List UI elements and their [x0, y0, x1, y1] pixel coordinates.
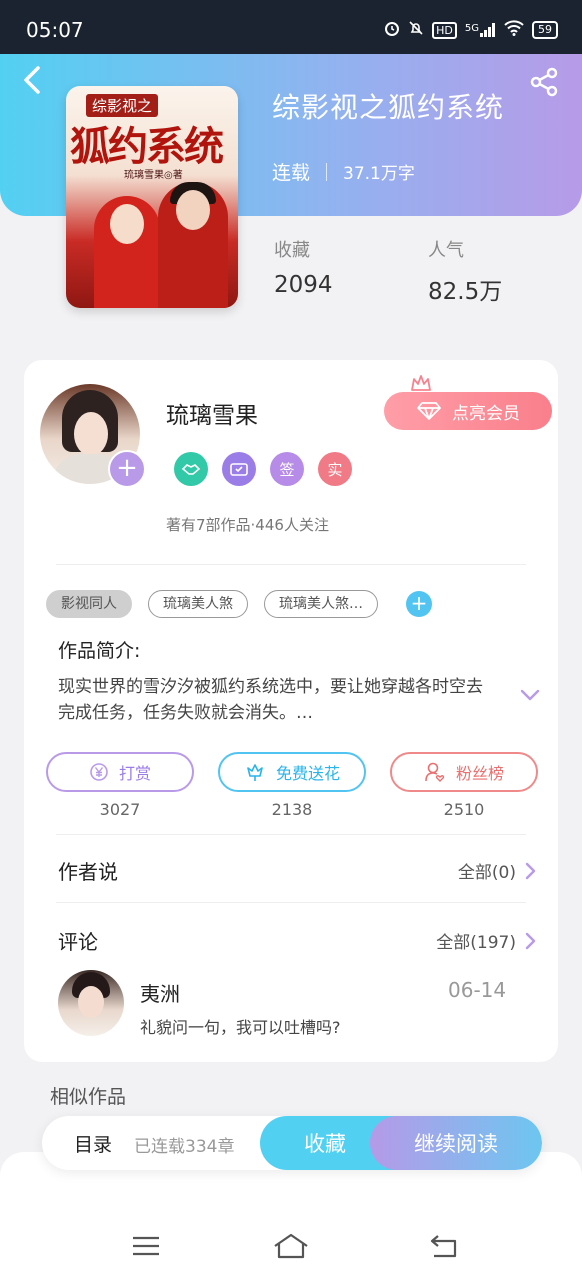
vip-button[interactable]: 点亮会员 [384, 392, 552, 430]
avatar-face [78, 986, 104, 1018]
book-status: 连载 [272, 162, 311, 184]
back-nav-icon[interactable] [428, 1232, 460, 1260]
send-flower-button[interactable]: 免费送花 [218, 752, 366, 792]
flower-icon [247, 764, 263, 781]
chevron-right-icon [525, 932, 536, 949]
battery-icon: 59 [532, 21, 558, 39]
status-bar: 05:07 HD 5G 59 [0, 0, 582, 54]
reading-action-bar: 目录 已连载334章 收藏 继续阅读 [42, 1116, 542, 1170]
mute-icon [408, 20, 424, 40]
divider [56, 902, 526, 903]
comment-text[interactable]: 礼貌问一句，我可以吐槽吗? [140, 1014, 341, 1038]
tag-item[interactable]: 影视同人 [46, 590, 132, 618]
comments-title: 评论 [58, 930, 98, 954]
meta-divider [326, 162, 328, 181]
author-says-row[interactable]: 作者说 全部(0) [58, 856, 536, 885]
cover-author: 琉璃雪果◎著 [124, 170, 183, 181]
comments-count: 全部(197) [436, 933, 516, 953]
book-cover[interactable]: 综影视之 狐约系统 琉璃雪果◎著 [66, 86, 238, 308]
commenter-avatar[interactable] [58, 970, 124, 1036]
action-buttons: 打赏 3027 免费送花 2138 粉丝榜 2510 [46, 752, 538, 819]
author-says-title: 作者说 [58, 860, 118, 884]
commenter-name[interactable]: 夷洲 [140, 978, 180, 1007]
continue-reading-button[interactable]: 继续阅读 [370, 1116, 542, 1170]
comment-date: 06-14 [448, 978, 507, 1002]
ticket-badge-icon[interactable] [222, 452, 256, 486]
action-reward: 打赏 3027 [46, 752, 194, 819]
back-button[interactable] [20, 64, 48, 96]
comments-row[interactable]: 评论 全部(197) [58, 926, 536, 955]
diamond-icon [417, 402, 441, 420]
signed-badge[interactable]: 签 [270, 452, 304, 486]
intro-text[interactable]: 现实世界的雪汐汐被狐约系统选中，要让她穿越各时空去完成任务，任务失败就会消失。… [58, 674, 498, 726]
alarm-icon [384, 20, 400, 40]
cover-face-left [110, 204, 144, 244]
action-count: 2138 [271, 800, 313, 819]
home-icon[interactable] [272, 1232, 310, 1260]
table-of-contents-button[interactable]: 目录 [74, 1130, 112, 1157]
stat-value: 82.5万 [428, 279, 503, 305]
vip-label: 点亮会员 [452, 403, 520, 424]
action-label: 打赏 [118, 764, 151, 783]
action-count: 2510 [443, 800, 485, 819]
book-title: 综影视之狐约系统 [272, 91, 505, 124]
tag-list: 影视同人 琉璃美人煞 琉璃美人煞… + [46, 590, 432, 618]
verified-badge[interactable]: 实 [318, 452, 352, 486]
author-name[interactable]: 琉璃雪果 [166, 396, 258, 430]
stat-value: 2094 [274, 272, 333, 298]
action-label: 免费送花 [275, 764, 340, 783]
handshake-badge-icon[interactable] [174, 452, 208, 486]
similar-works-title: 相似作品 [50, 1086, 127, 1108]
yen-icon [90, 763, 108, 781]
book-word-count: 37.1万字 [343, 164, 415, 184]
action-label: 粉丝榜 [455, 764, 504, 783]
author-summary: 著有7部作品·446人关注 [166, 516, 329, 534]
divider [56, 564, 526, 565]
comments-link[interactable]: 全部(197) [436, 928, 536, 953]
back-arrow-icon [24, 66, 40, 94]
stat-favorites: 收藏 2094 [274, 236, 333, 298]
divider [56, 834, 526, 835]
chevron-right-icon [525, 862, 536, 879]
action-count: 3027 [99, 800, 141, 819]
system-nav-bar [0, 1212, 582, 1280]
stat-popularity: 人气 82.5万 [428, 236, 502, 306]
cover-title: 狐约系统 [70, 123, 224, 170]
share-icon [530, 67, 558, 97]
author-says-link[interactable]: 全部(0) [458, 858, 536, 883]
wifi-icon [504, 20, 524, 40]
chevron-down-icon[interactable] [520, 688, 540, 702]
follow-author-button[interactable]: + [108, 450, 146, 488]
tag-item[interactable]: 琉璃美人煞… [264, 590, 378, 618]
crown-icon [411, 375, 431, 391]
action-fans: 粉丝榜 2510 [390, 752, 538, 819]
menu-icon[interactable] [130, 1232, 162, 1260]
stat-label: 人气 [428, 240, 464, 261]
chapter-count[interactable]: 已连载334章 [134, 1132, 234, 1157]
fans-icon [425, 762, 445, 782]
intro-title: 作品简介: [58, 640, 141, 662]
author-badges: 签 实 [174, 452, 352, 486]
reward-button[interactable]: 打赏 [46, 752, 194, 792]
status-icons: HD 5G 59 [384, 20, 558, 40]
network-label: 5G [464, 23, 479, 34]
stat-label: 收藏 [274, 240, 310, 261]
cover-face-right [176, 190, 210, 230]
fans-ranking-button[interactable]: 粉丝榜 [390, 752, 538, 792]
book-meta: 连载 37.1万字 [272, 158, 415, 185]
action-flower: 免费送花 2138 [218, 752, 366, 819]
hd-icon: HD [432, 21, 457, 39]
status-time: 05:07 [26, 18, 84, 42]
signal-icon: 5G [465, 23, 496, 37]
author-says-count: 全部(0) [457, 863, 516, 883]
avatar-face [74, 412, 108, 456]
add-tag-button[interactable]: + [406, 591, 432, 617]
tag-item[interactable]: 琉璃美人煞 [148, 590, 248, 618]
share-button[interactable] [528, 66, 560, 98]
detail-card: + 琉璃雪果 点亮会员 签 实 著有7部作品·446人关注 影视同人 琉璃美人煞… [24, 360, 558, 1062]
